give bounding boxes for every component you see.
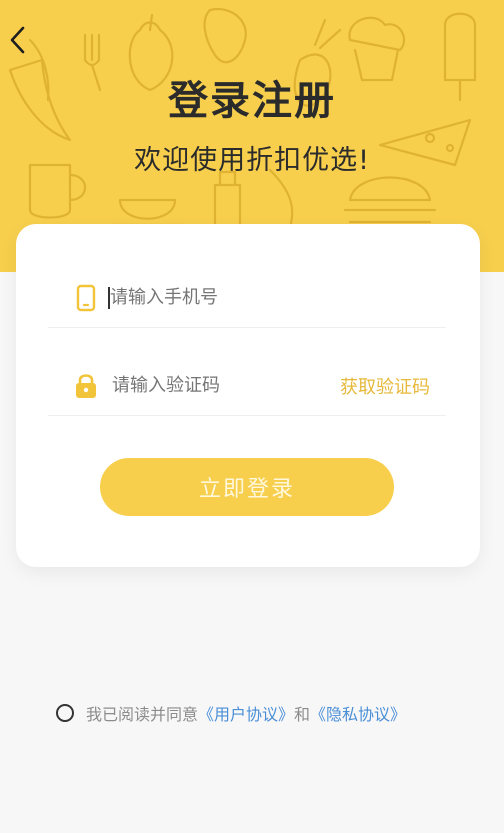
login-button[interactable]: 立即登录 <box>100 458 394 516</box>
lock-icon <box>74 372 98 400</box>
page-subtitle: 欢迎使用折扣优选! <box>134 145 370 176</box>
code-input[interactable] <box>112 375 340 396</box>
agreement-connector: 和 <box>294 705 311 724</box>
user-agreement-link[interactable]: 《用户协议》 <box>198 701 294 725</box>
phone-field-row <box>48 268 446 328</box>
back-button[interactable] <box>0 20 34 60</box>
login-card: 获取验证码 立即登录 <box>16 224 480 567</box>
agreement-row: 我已阅读并同意 《用户协议》 和 《隐私协议》 <box>56 700 406 726</box>
back-arrow-icon <box>10 26 25 54</box>
code-field-row: 获取验证码 <box>48 356 446 416</box>
get-code-button[interactable]: 获取验证码 <box>340 373 430 399</box>
page-title: 登录注册 <box>168 78 336 124</box>
privacy-agreement-link[interactable]: 《隐私协议》 <box>310 701 406 725</box>
radio-unchecked-icon[interactable] <box>56 704 74 722</box>
phone-input[interactable] <box>110 287 446 308</box>
agreement-prefix: 我已阅读并同意 <box>86 705 199 724</box>
phone-icon <box>74 284 98 312</box>
